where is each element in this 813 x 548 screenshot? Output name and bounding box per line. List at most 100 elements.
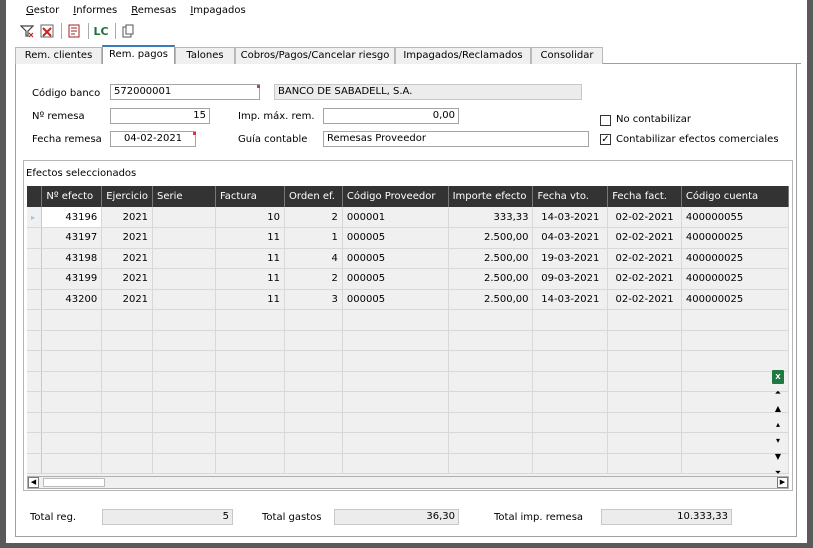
row-indicator[interactable] — [27, 453, 43, 474]
table-cell[interactable]: 02-02-2021 — [607, 248, 682, 269]
table-row[interactable]: 43198 2021 11 4 000005 2.500,00 19-03-2021 02-0… — [27, 248, 789, 269]
efectos-grid[interactable]: Nº efecto Ejercicio Serie Factura Orden … — [27, 186, 789, 477]
menu-gestor[interactable]: Gestor — [26, 5, 59, 19]
empty-table-row[interactable] — [27, 309, 789, 331]
table-cell[interactable] — [607, 371, 682, 392]
empty-table-row[interactable] — [27, 432, 789, 454]
table-cell[interactable] — [215, 432, 286, 454]
row-indicator[interactable] — [27, 268, 43, 290]
table-cell[interactable] — [342, 432, 449, 454]
table-cell[interactable] — [448, 330, 534, 351]
table-cell[interactable] — [607, 453, 682, 474]
col-header[interactable]: Código cuenta — [681, 186, 789, 207]
table-cell[interactable] — [532, 412, 609, 433]
table-cell[interactable]: 2 — [284, 268, 343, 290]
table-cell[interactable] — [101, 371, 154, 392]
table-cell[interactable]: 400000025 — [681, 227, 789, 249]
table-cell[interactable] — [215, 309, 286, 331]
scroll-page-down-icon[interactable]: ▼ — [772, 450, 784, 464]
menu-remesas[interactable]: Remesas — [131, 5, 176, 19]
row-indicator[interactable] — [27, 227, 43, 249]
row-indicator[interactable] — [27, 350, 43, 372]
table-cell[interactable]: 2021 — [101, 207, 154, 228]
table-cell[interactable] — [448, 453, 534, 474]
col-header[interactable]: Nº efecto — [41, 186, 103, 207]
empty-table-row[interactable] — [27, 412, 789, 433]
table-cell[interactable]: 400000025 — [681, 289, 789, 310]
copy-icon[interactable] — [119, 22, 137, 40]
col-header[interactable]: Factura — [215, 186, 286, 207]
table-row[interactable]: 43200 2021 11 3 000005 2.500,00 14-03-2021 02-0… — [27, 289, 789, 310]
table-cell[interactable] — [41, 432, 103, 454]
table-cell[interactable] — [342, 412, 449, 433]
table-cell[interactable] — [41, 330, 103, 351]
table-cell[interactable] — [101, 350, 154, 372]
row-indicator[interactable] — [27, 412, 43, 433]
table-cell[interactable] — [342, 453, 449, 474]
table-cell[interactable] — [448, 350, 534, 372]
table-cell[interactable]: 2021 — [101, 289, 154, 310]
table-cell[interactable]: 400000025 — [681, 248, 789, 269]
table-cell[interactable] — [152, 289, 216, 310]
col-header[interactable]: Ejercicio — [101, 186, 154, 207]
table-cell[interactable]: 400000025 — [681, 268, 789, 290]
table-cell[interactable] — [532, 391, 609, 413]
table-cell[interactable]: 000005 — [342, 227, 449, 249]
table-cell[interactable] — [532, 330, 609, 351]
table-cell[interactable] — [681, 350, 789, 372]
tab-impagados[interactable]: Impagados/Reclamados — [395, 47, 531, 64]
contabilizar-checkbox[interactable]: ✓ — [600, 134, 611, 145]
table-cell[interactable]: 000005 — [342, 248, 449, 269]
col-header[interactable]: Serie — [152, 186, 216, 207]
table-cell[interactable]: 2.500,00 — [448, 248, 534, 269]
tab-rem-clientes[interactable]: Rem. clientes — [15, 47, 102, 64]
table-cell[interactable] — [41, 453, 103, 474]
table-cell[interactable] — [532, 350, 609, 372]
table-cell[interactable]: 43197 — [41, 227, 103, 249]
table-cell[interactable] — [284, 309, 343, 331]
col-header[interactable]: Orden ef. — [284, 186, 343, 207]
table-cell[interactable] — [41, 391, 103, 413]
table-row[interactable]: ▸ 43196 2021 10 2 000001 333,33 14-03-2021 02-02… — [27, 207, 789, 228]
guia-contable-input[interactable]: Remesas Proveedor — [323, 131, 589, 147]
table-cell[interactable]: 04-03-2021 — [532, 227, 609, 249]
table-cell[interactable] — [215, 412, 286, 433]
table-cell[interactable]: 1 — [284, 227, 343, 249]
table-cell[interactable] — [284, 391, 343, 413]
table-cell[interactable] — [152, 207, 216, 228]
tab-consolidar[interactable]: Consolidar — [531, 47, 603, 64]
row-indicator[interactable]: ▸ — [27, 207, 43, 228]
table-cell[interactable] — [101, 453, 154, 474]
table-cell[interactable]: 11 — [215, 227, 286, 249]
table-cell[interactable] — [532, 432, 609, 454]
table-row[interactable]: 43197 2021 11 1 000005 2.500,00 04-03-2021 02-0… — [27, 227, 789, 249]
row-indicator[interactable] — [27, 248, 43, 269]
table-cell[interactable] — [532, 371, 609, 392]
nremesa-input[interactable]: 15 — [110, 108, 210, 124]
table-cell[interactable]: 2021 — [101, 268, 154, 290]
imp-max-input[interactable]: 0,00 — [323, 108, 459, 124]
table-cell[interactable]: 43199 — [41, 268, 103, 290]
table-cell[interactable] — [41, 350, 103, 372]
empty-table-row[interactable] — [27, 453, 789, 474]
table-cell[interactable]: 333,33 — [448, 207, 534, 228]
scroll-thumb[interactable] — [43, 478, 105, 487]
col-header[interactable]: Fecha vto. — [532, 186, 609, 207]
table-cell[interactable] — [607, 309, 682, 331]
empty-table-row[interactable] — [27, 350, 789, 372]
table-cell[interactable]: 000001 — [342, 207, 449, 228]
table-cell[interactable] — [607, 391, 682, 413]
col-header[interactable]: Código Proveedor — [342, 186, 449, 207]
table-cell[interactable] — [284, 412, 343, 433]
excel-export-icon[interactable]: X — [772, 370, 784, 384]
table-cell[interactable]: 11 — [215, 268, 286, 290]
scroll-left-icon[interactable]: ◀ — [28, 477, 39, 488]
row-indicator[interactable] — [27, 330, 43, 351]
table-cell[interactable]: 10 — [215, 207, 286, 228]
table-cell[interactable] — [152, 391, 216, 413]
empty-table-row[interactable] — [27, 330, 789, 351]
table-cell[interactable] — [342, 391, 449, 413]
table-cell[interactable] — [448, 371, 534, 392]
codigo-banco-input[interactable]: 572000001 — [110, 84, 260, 100]
scroll-first-icon[interactable]: ⏶ — [772, 386, 784, 400]
